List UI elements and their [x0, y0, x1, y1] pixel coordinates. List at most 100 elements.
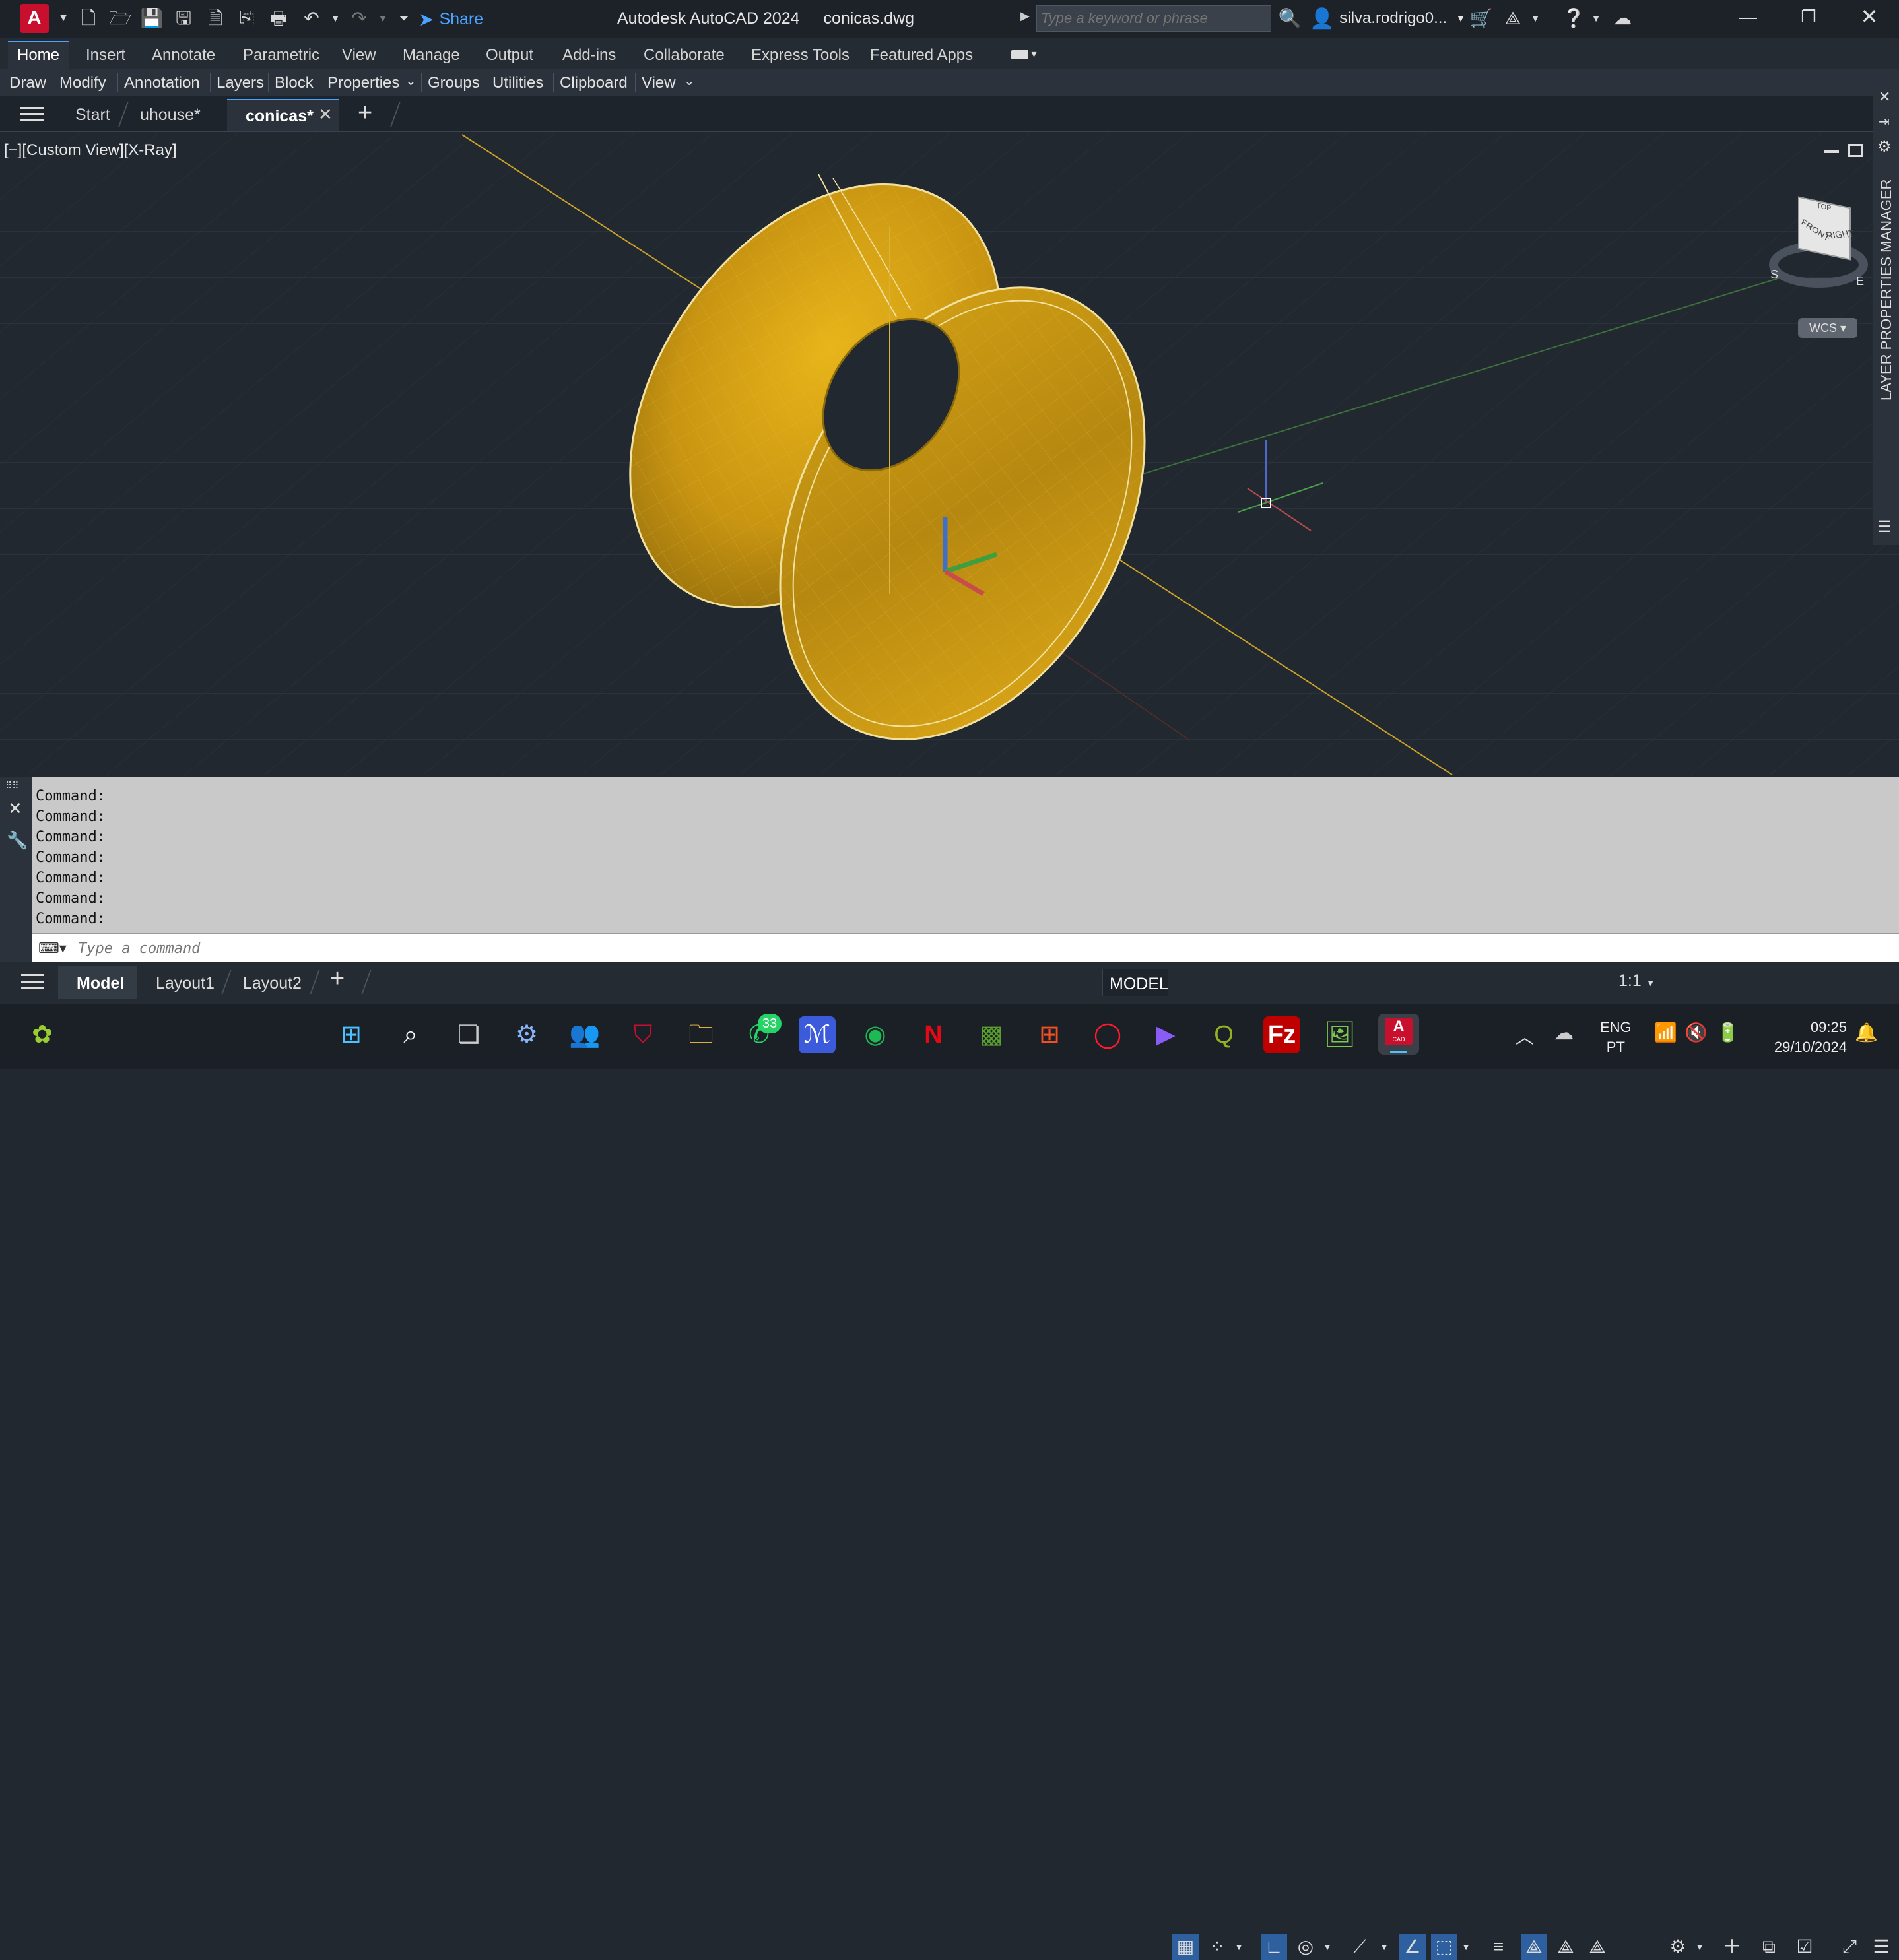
panel-utilities[interactable]: Utilities — [492, 74, 543, 92]
new-tab-icon[interactable]: + — [358, 99, 372, 127]
search-taskbar-icon[interactable]: ⌕ — [392, 1016, 429, 1053]
auto-scale-icon[interactable]: ⟁ — [1552, 1934, 1579, 1960]
qgis-icon[interactable]: Q — [1205, 1016, 1242, 1053]
undo-icon[interactable]: ↶ — [300, 7, 323, 30]
tab-output[interactable]: Output — [486, 46, 533, 65]
annotation-scale-icon[interactable]: ⟁ — [1584, 1934, 1611, 1960]
viewport-restore-icon[interactable] — [1848, 144, 1863, 157]
layout-tab-layout1[interactable]: Layout1 — [156, 974, 215, 993]
autocad-logo-icon[interactable]: A — [20, 4, 49, 33]
panel-view[interactable]: View — [642, 74, 676, 92]
file-tab-conicas[interactable]: conicas* ✕ — [227, 99, 339, 131]
search-field[interactable] — [1036, 5, 1271, 32]
annotation-scale-dropdown[interactable]: 1:1 ▼ — [1618, 971, 1655, 991]
close-window-button[interactable]: ✕ — [1855, 4, 1884, 30]
mcafee-icon[interactable]: ⛉ — [624, 1016, 661, 1053]
clean-screen-icon[interactable]: ⤢ — [1836, 1934, 1863, 1960]
command-close-icon[interactable]: ✕ — [8, 799, 22, 819]
clock[interactable]: 09:25 29/10/2024 — [1757, 1018, 1847, 1057]
polar-tracking-icon[interactable]: ◎ — [1292, 1934, 1319, 1960]
file-tab-start[interactable]: Start — [75, 106, 110, 125]
lineweight-icon[interactable]: ≡ — [1485, 1934, 1512, 1960]
panel-clipboard[interactable]: Clipboard — [560, 74, 628, 92]
drawing-viewport[interactable]: [−][Custom View][X-Ray] TOP FRONT RIGHT … — [0, 133, 1899, 775]
tab-home[interactable]: Home — [17, 46, 59, 65]
microsoft-store-icon[interactable]: ⊞ — [1031, 1016, 1068, 1053]
object-snap-icon[interactable]: ⬚ — [1431, 1934, 1457, 1960]
file-tabs-menu-icon[interactable] — [20, 104, 44, 124]
panel-groups[interactable]: Groups — [428, 74, 480, 92]
layout-menu-icon[interactable] — [21, 973, 44, 993]
settings-taskbar-icon[interactable]: ⚙ — [508, 1016, 545, 1053]
restore-button[interactable]: ❐ — [1794, 7, 1823, 30]
open-file-icon[interactable]: 🗁 — [108, 7, 132, 30]
user-account[interactable]: 👤 silva.rodrigo0... ▼ — [1310, 7, 1465, 30]
help-dropdown-icon[interactable]: ▼ — [1584, 7, 1608, 30]
layout-tab-layout2[interactable]: Layout2 — [243, 974, 302, 993]
properties-expand-icon[interactable]: ⌄ — [405, 73, 416, 89]
help-icon[interactable]: ❔ — [1562, 7, 1585, 30]
autodesk-app-icon[interactable]: ⟁ — [1501, 7, 1525, 30]
onedrive-error-icon[interactable]: ☁ — [1554, 1022, 1574, 1045]
grid-display-icon[interactable]: ▦ — [1172, 1934, 1199, 1960]
command-input[interactable] — [78, 938, 1794, 958]
language-indicator[interactable]: ENG PT — [1600, 1018, 1632, 1057]
search-icon[interactable]: 🔍 — [1278, 7, 1302, 30]
command-customize-icon[interactable]: 🔧 — [7, 830, 28, 851]
panel-draw[interactable]: Draw — [9, 74, 46, 92]
undo-dropdown-icon[interactable]: ▼ — [323, 7, 347, 30]
weather-widget-icon[interactable]: ✿ — [24, 1016, 61, 1053]
palette-settings-icon[interactable]: ⚙ — [1877, 137, 1892, 156]
tab-add-ins[interactable]: Add-ins — [562, 46, 616, 65]
layout-tab-model[interactable]: Model — [58, 966, 137, 999]
workspace-dropdown-icon[interactable]: ▼ — [1692, 1934, 1707, 1960]
ribbon-minimize-icon[interactable]: ▾ — [1011, 48, 1044, 62]
customization-menu-icon[interactable]: ☰ — [1868, 1934, 1894, 1960]
snap-dropdown-icon[interactable]: ▼ — [1232, 1934, 1246, 1960]
tab-view[interactable]: View — [342, 46, 376, 65]
model-space-canvas[interactable] — [0, 133, 1899, 775]
layer-properties-palette-strip[interactable]: ✕ ⇥ ⚙ LAYER PROPERTIES MANAGER ☰ — [1873, 88, 1899, 545]
layer-stack-icon[interactable]: ☰ — [1877, 517, 1892, 537]
tab-express-tools[interactable]: Express Tools — [751, 46, 850, 65]
wifi-icon[interactable]: 📶 — [1654, 1022, 1677, 1043]
notification-bell-icon[interactable]: 🔔 — [1855, 1022, 1878, 1043]
isodraft-dropdown-icon[interactable]: ▼ — [1377, 1934, 1391, 1960]
opera-icon[interactable]: ◯ — [1089, 1016, 1126, 1053]
application-menu-chevron-icon[interactable]: ▼ — [51, 7, 75, 30]
netflix-icon[interactable]: N — [915, 1016, 952, 1053]
palette-autohide-icon[interactable]: ⇥ — [1879, 114, 1890, 130]
save-to-web-icon[interactable]: ⎘ — [235, 7, 259, 30]
panel-modify[interactable]: Modify — [59, 74, 106, 92]
new-file-icon[interactable]: 🗋 — [77, 7, 100, 30]
new-layout-icon[interactable]: + — [330, 965, 345, 993]
annotation-visibility-icon[interactable]: ⟁ — [1521, 1934, 1547, 1960]
units-icon[interactable]: ⧉ — [1756, 1934, 1782, 1960]
plot-icon[interactable]: 🖶 — [267, 7, 290, 30]
wcs-dropdown[interactable]: WCS ▾ — [1798, 318, 1857, 338]
tab-parametric[interactable]: Parametric — [243, 46, 319, 65]
viewport-minimize-icon[interactable] — [1824, 150, 1839, 153]
viewport-controls-label[interactable]: [−][Custom View][X-Ray] — [4, 141, 177, 160]
share-button[interactable]: ➤ Share — [418, 8, 483, 30]
tray-overflow-icon[interactable]: ︿ — [1516, 1023, 1534, 1049]
polar-dropdown-icon[interactable]: ▼ — [1320, 1934, 1335, 1960]
maple-app-icon[interactable]: ℳ — [799, 1016, 836, 1053]
ortho-mode-icon[interactable]: ∟ — [1261, 1934, 1287, 1960]
command-input-bar[interactable]: ⌨▾ — [32, 933, 1899, 962]
save-icon[interactable]: 💾 — [140, 7, 164, 30]
autocad-taskbar-icon[interactable]: A CAD — [1378, 1014, 1419, 1055]
tab-featured-apps[interactable]: Featured Apps — [870, 46, 973, 65]
file-tab-uhouse[interactable]: uhouse* — [140, 106, 201, 125]
teams-icon[interactable]: 👥 — [566, 1016, 603, 1053]
task-view-icon[interactable]: ❏ — [450, 1016, 487, 1053]
spotify-icon[interactable]: ◉ — [857, 1016, 894, 1053]
cloud-connect-icon[interactable]: ☁ — [1611, 7, 1634, 30]
search-expand-icon[interactable]: ▶ — [1020, 9, 1030, 23]
customize-qat-icon[interactable]: ⏷ — [392, 7, 416, 30]
isodraft-icon[interactable]: ⟋ — [1347, 1934, 1373, 1960]
command-prompt-icon[interactable]: ⌨▾ — [38, 940, 67, 957]
command-grip-strip[interactable]: ⠿⠿ ✕ 🔧 — [0, 777, 32, 962]
app-dropdown-icon[interactable]: ▼ — [1523, 7, 1547, 30]
panel-annotation[interactable]: Annotation — [124, 74, 200, 92]
